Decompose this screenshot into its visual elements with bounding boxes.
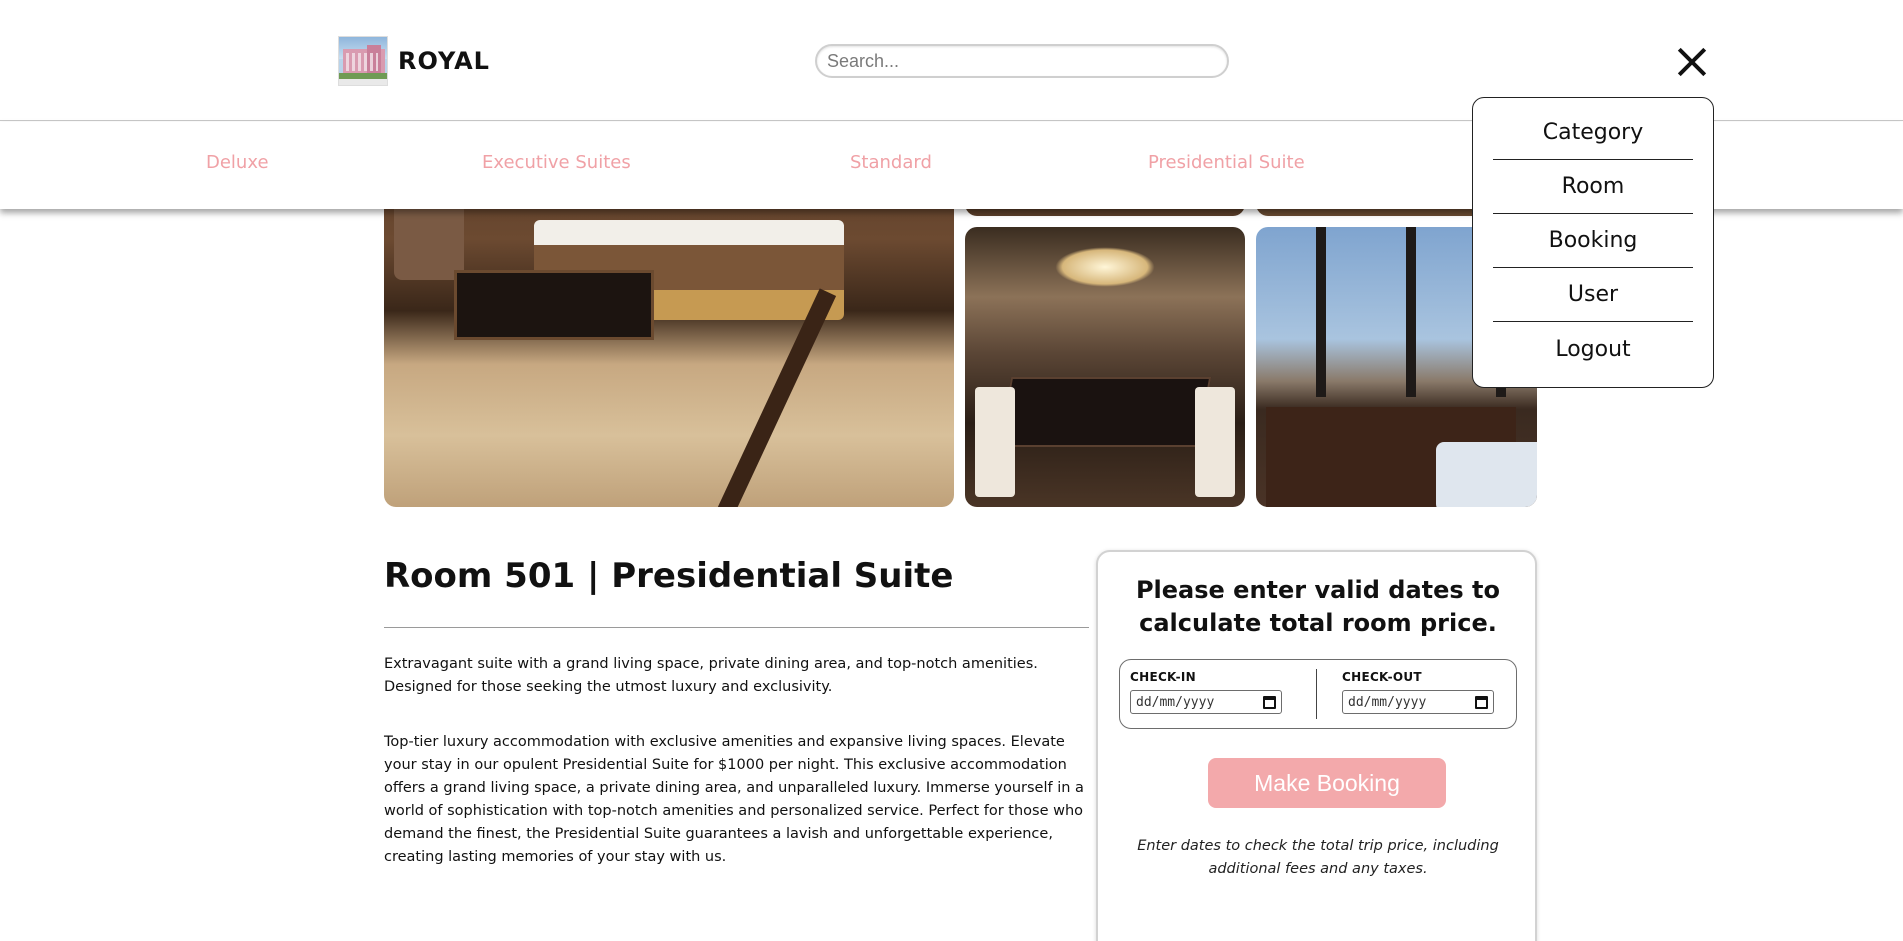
booking-card: Please enter valid dates to calculate to…: [1096, 550, 1537, 941]
make-booking-button[interactable]: Make Booking: [1208, 758, 1446, 808]
room-title: Room 501 | Presidential Suite: [384, 556, 954, 596]
check-out-field: CHECK-OUT dd/mm/yyyy: [1342, 670, 1494, 714]
check-out-date-input[interactable]: dd/mm/yyyy: [1342, 690, 1494, 714]
room-short-description: Extravagant suite with a grand living sp…: [384, 656, 1038, 695]
brand-name: ROYAL: [398, 47, 490, 75]
date-picker-group: CHECK-IN dd/mm/yyyy CHECK-OUT dd/mm/yyyy: [1119, 659, 1517, 729]
check-in-field: CHECK-IN dd/mm/yyyy: [1130, 670, 1282, 714]
category-link-deluxe[interactable]: Deluxe: [206, 152, 269, 173]
check-in-label: CHECK-IN: [1130, 670, 1196, 684]
user-dropdown-menu: Category Room Booking User Logout: [1472, 97, 1714, 388]
check-in-placeholder: dd/mm/yyyy: [1136, 694, 1215, 710]
booking-heading: Please enter valid dates to calculate to…: [1135, 576, 1501, 637]
menu-item-user[interactable]: User: [1493, 268, 1693, 322]
brand-logo[interactable]: ROYAL: [338, 36, 490, 86]
check-out-label: CHECK-OUT: [1342, 670, 1422, 684]
check-out-placeholder: dd/mm/yyyy: [1348, 694, 1427, 710]
date-divider: [1316, 669, 1317, 719]
dining-room-photo[interactable]: [965, 227, 1245, 507]
check-in-date-input[interactable]: dd/mm/yyyy: [1130, 690, 1282, 714]
menu-item-category[interactable]: Category: [1493, 106, 1693, 160]
calendar-icon[interactable]: [1475, 695, 1488, 709]
booking-note: Enter dates to check the total trip pric…: [1137, 838, 1499, 877]
category-link-executive-suites[interactable]: Executive Suites: [482, 152, 631, 173]
calendar-icon[interactable]: [1263, 695, 1276, 709]
menu-item-logout[interactable]: Logout: [1493, 322, 1693, 376]
hotel-logo-image: [338, 36, 388, 86]
menu-item-booking[interactable]: Booking: [1493, 214, 1693, 268]
close-menu-icon[interactable]: [1672, 42, 1712, 82]
category-link-presidential-suite[interactable]: Presidential Suite: [1148, 152, 1305, 173]
menu-item-room[interactable]: Room: [1493, 160, 1693, 214]
title-divider: [384, 627, 1089, 628]
room-long-description: Top-tier luxury accommodation with exclu…: [384, 734, 1084, 865]
category-link-standard[interactable]: Standard: [850, 152, 932, 173]
search-input[interactable]: [815, 44, 1229, 78]
